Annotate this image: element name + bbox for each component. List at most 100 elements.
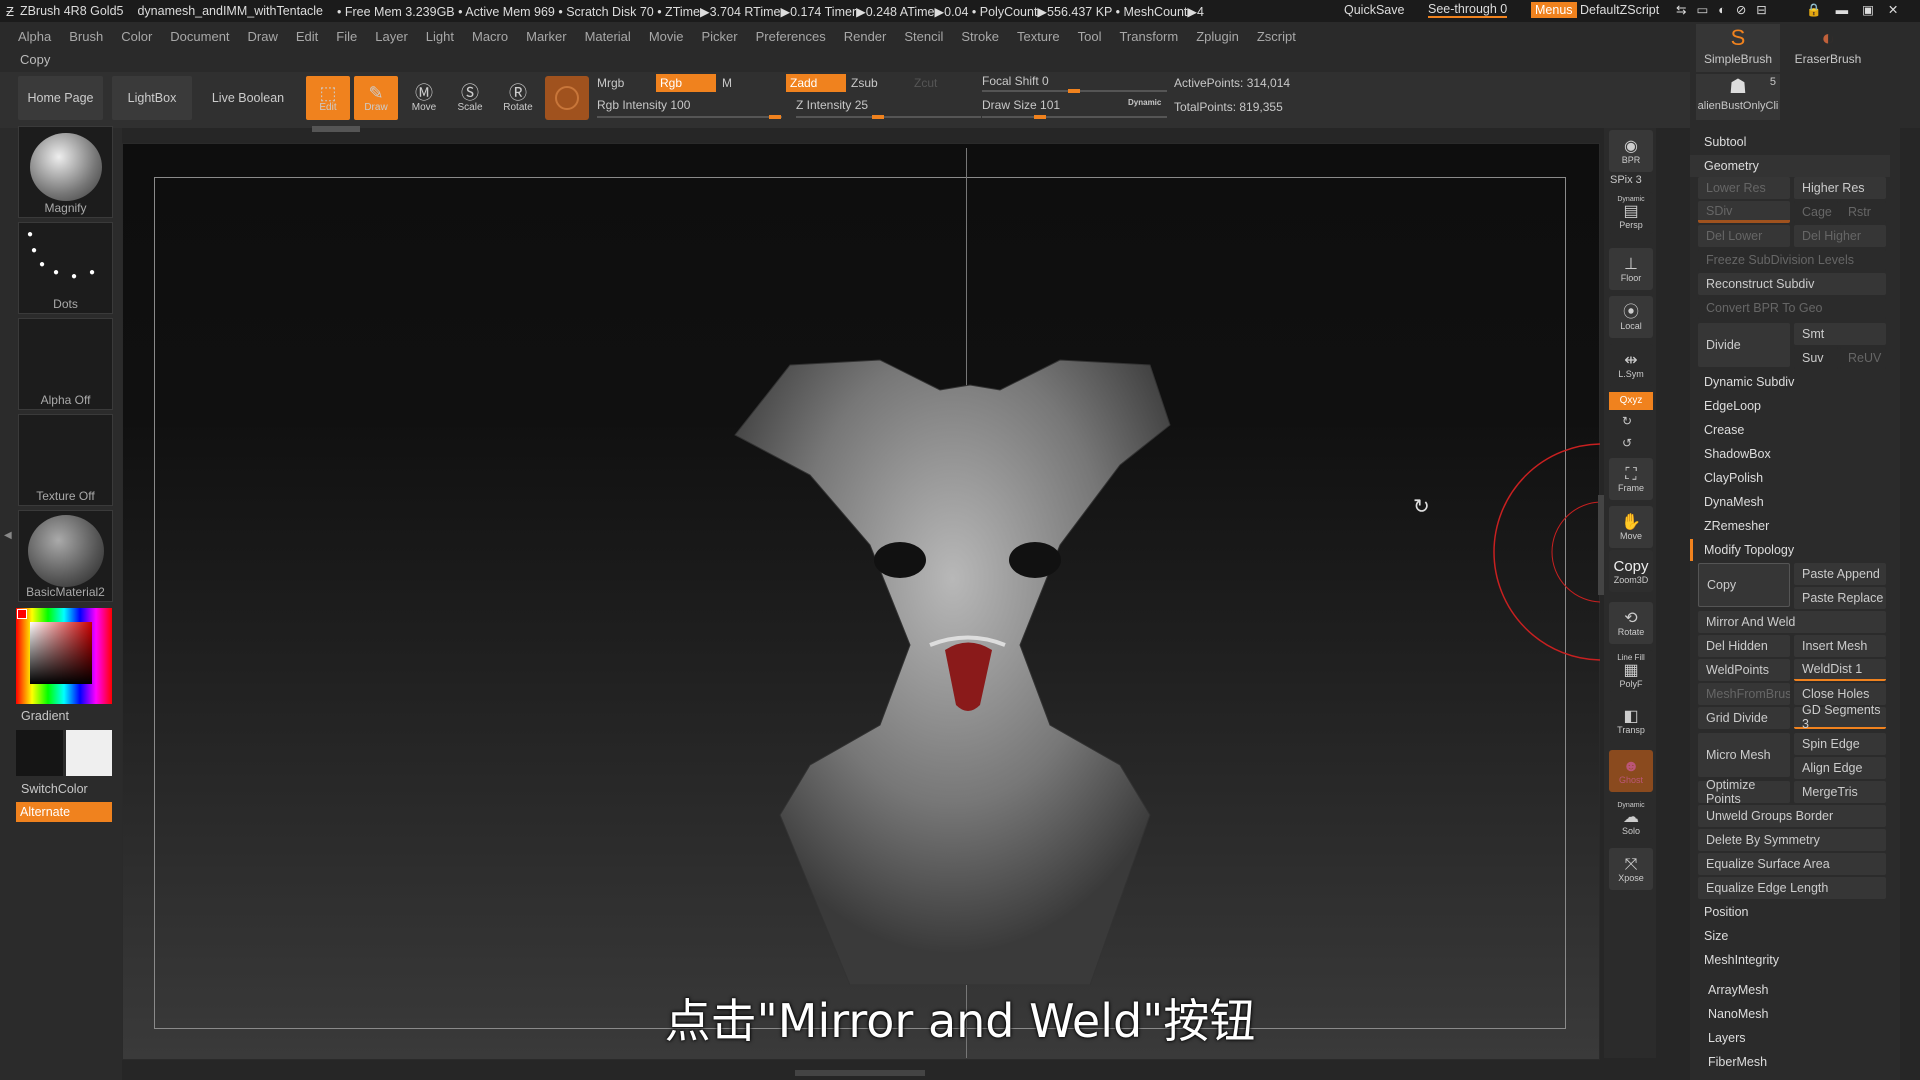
mrgb-button[interactable]: Mrgb — [597, 76, 624, 90]
menu-zplugin[interactable]: Zplugin — [1196, 29, 1239, 44]
micro-mesh-button[interactable]: Micro Mesh — [1698, 733, 1790, 777]
magnify-brush-slot[interactable]: Magnify — [18, 126, 113, 218]
menu-brush[interactable]: Brush — [69, 29, 103, 44]
modify-topology-header[interactable]: Modify Topology — [1690, 539, 1890, 561]
menu-alpha[interactable]: Alpha — [18, 29, 51, 44]
crease-section[interactable]: Crease — [1690, 419, 1890, 441]
suv-toggle[interactable]: Suv — [1794, 347, 1838, 369]
align-edge-button[interactable]: Align Edge — [1794, 757, 1886, 779]
transp-button[interactable]: ◧ Transp — [1609, 700, 1653, 742]
m-button[interactable]: M — [722, 76, 732, 90]
menu-preferences[interactable]: Preferences — [756, 29, 826, 44]
lower-res-button[interactable]: Lower Res — [1698, 177, 1790, 199]
menu-macro[interactable]: Macro — [472, 29, 508, 44]
menu-tool[interactable]: Tool — [1078, 29, 1102, 44]
floor-button[interactable]: ⊥ Floor — [1609, 248, 1653, 290]
switch-color-button[interactable]: SwitchColor — [21, 782, 88, 796]
secondary-color-swatch[interactable] — [66, 730, 112, 776]
zoom3d-button[interactable]: Copy Zoom3D — [1609, 550, 1653, 592]
equalize-edge-length-button[interactable]: Equalize Edge Length — [1698, 877, 1886, 899]
home-page-button[interactable]: Home Page — [18, 76, 103, 120]
gradient-label[interactable]: Gradient — [21, 709, 69, 723]
menu-layer[interactable]: Layer — [375, 29, 408, 44]
scale-button[interactable]: Ⓢ Scale — [448, 76, 492, 120]
xyz-toggle[interactable]: Qxyz — [1609, 392, 1653, 410]
dynamic-subdiv-section[interactable]: Dynamic Subdiv — [1690, 371, 1890, 393]
equalize-surface-area-button[interactable]: Equalize Surface Area — [1698, 853, 1886, 875]
insert-mesh-button[interactable]: Insert Mesh — [1794, 635, 1886, 657]
menu-stroke[interactable]: Stroke — [961, 29, 999, 44]
focal-shift-label[interactable]: Focal Shift 0 — [982, 74, 1049, 88]
toolbar-scroll-handle[interactable] — [312, 126, 360, 132]
dynamesh-section[interactable]: DynaMesh — [1690, 491, 1890, 513]
window-controls[interactable]: ⇆▭◐⊘⊟ — [1676, 2, 1777, 17]
unweld-groups-border-button[interactable]: Unweld Groups Border — [1698, 805, 1886, 827]
subtool-header[interactable]: Subtool — [1690, 131, 1890, 153]
menu-transform[interactable]: Transform — [1119, 29, 1178, 44]
menu-color[interactable]: Color — [121, 29, 152, 44]
rotate-view-button[interactable]: ⟲ Rotate — [1609, 602, 1653, 644]
position-section[interactable]: Position — [1690, 901, 1890, 923]
edit-button[interactable]: ⬚ Edit — [306, 76, 350, 120]
alien-bust-model[interactable] — [730, 345, 1200, 985]
paste-replace-button[interactable]: Paste Replace — [1794, 587, 1886, 609]
z-intensity-slider-label[interactable]: Z Intensity 25 — [796, 98, 868, 112]
lightbox-button[interactable]: LightBox — [112, 76, 192, 120]
menu-texture[interactable]: Texture — [1017, 29, 1060, 44]
focal-shift-slider[interactable] — [982, 89, 1167, 93]
rgb-intensity-slider-label[interactable]: Rgb Intensity 100 — [597, 98, 690, 112]
grid-divide-button[interactable]: Grid Divide — [1698, 707, 1790, 729]
bpr-button[interactable]: ◉ BPR — [1609, 130, 1653, 172]
smt-toggle[interactable]: Smt — [1794, 323, 1886, 345]
move-button[interactable]: Ⓜ Move — [402, 76, 446, 120]
menus-toggle[interactable]: Menus — [1531, 2, 1577, 18]
menu-stencil[interactable]: Stencil — [904, 29, 943, 44]
menu-marker[interactable]: Marker — [526, 29, 566, 44]
bottom-tray-handle[interactable] — [795, 1070, 925, 1076]
convert-bpr-button[interactable]: Convert BPR To Geo — [1698, 297, 1886, 319]
default-zscript-button[interactable]: DefaultZScript — [1580, 3, 1659, 17]
sdiv-slider[interactable]: SDiv — [1698, 201, 1790, 223]
meshintegrity-section[interactable]: MeshIntegrity — [1690, 949, 1890, 971]
size-section[interactable]: Size — [1690, 925, 1890, 947]
alien-bust-tool-button[interactable]: ☗ alienBustOnlyCli 5 — [1696, 74, 1780, 120]
copy-shortcut-label[interactable]: Copy — [20, 52, 50, 67]
fibermesh-section[interactable]: FiberMesh — [1690, 1051, 1890, 1073]
live-boolean-button[interactable]: Live Boolean — [200, 76, 296, 120]
divide-button[interactable]: Divide — [1698, 323, 1790, 367]
del-lower-button[interactable]: Del Lower — [1698, 225, 1790, 247]
rgb-intensity-slider[interactable] — [597, 115, 782, 119]
lsym-button[interactable]: ⇹ L.Sym — [1609, 344, 1653, 386]
material-slot[interactable]: BasicMaterial2 — [18, 510, 113, 602]
welddist-slider[interactable]: WeldDist 1 — [1794, 659, 1886, 681]
draw-size-label[interactable]: Draw Size 101 — [982, 98, 1060, 112]
optimize-points-button[interactable]: Optimize Points — [1698, 778, 1790, 806]
texture-slot[interactable]: Texture Off — [18, 414, 113, 506]
weldpoints-button[interactable]: WeldPoints — [1698, 659, 1790, 681]
cage-button[interactable]: Cage — [1794, 201, 1838, 223]
solo-button[interactable]: Dynamic ☁ Solo — [1609, 798, 1653, 840]
menu-light[interactable]: Light — [426, 29, 454, 44]
spix-slider[interactable]: SPix 3 — [1610, 174, 1642, 186]
right-panel-scrollbar[interactable] — [1902, 128, 1920, 1080]
zadd-button[interactable]: Zadd — [786, 74, 846, 92]
alternate-toggle[interactable]: Alternate — [16, 802, 112, 822]
draw-size-slider[interactable] — [982, 115, 1167, 119]
left-tray-arrow-icon[interactable]: ◀ — [4, 530, 12, 570]
z-intensity-slider[interactable] — [796, 115, 981, 119]
arraymesh-section[interactable]: ArrayMesh — [1690, 979, 1890, 1001]
freeze-subdivision-button[interactable]: Freeze SubDivision Levels — [1698, 249, 1886, 271]
color-swatch-button[interactable] — [545, 76, 589, 120]
local-button[interactable]: ⦿ Local — [1609, 296, 1653, 338]
menu-file[interactable]: File — [336, 29, 357, 44]
mergetris-button[interactable]: MergeTris — [1794, 781, 1886, 803]
see-through-slider[interactable]: See-through 0 — [1428, 2, 1508, 18]
stroke-dots-slot[interactable]: ● ● ● ● ● ● Dots — [18, 222, 113, 314]
rstr-button[interactable]: Rstr — [1840, 201, 1886, 223]
gd-segments-slider[interactable]: GD Segments 3 — [1794, 703, 1886, 731]
menu-zscript[interactable]: Zscript — [1257, 29, 1296, 44]
color-picker[interactable] — [16, 608, 112, 704]
del-higher-button[interactable]: Del Higher — [1794, 225, 1886, 247]
menu-movie[interactable]: Movie — [649, 29, 684, 44]
zcut-button[interactable]: Zcut — [914, 76, 937, 90]
